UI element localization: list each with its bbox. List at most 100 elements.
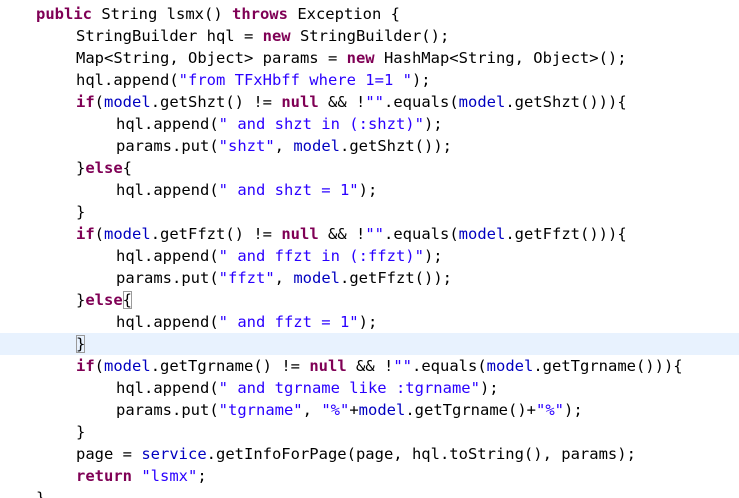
keyword-token: else — [85, 159, 123, 177]
keyword-token: if — [76, 225, 95, 243]
code-line[interactable]: if(model.getTgrname() != null && !"".equ… — [0, 355, 739, 377]
code-token: ; — [197, 467, 207, 485]
field-token: model — [486, 357, 534, 375]
code-line-content: params.put("ffzt", model.getFfzt()); — [116, 267, 452, 289]
code-line-content: hql.append(" and ffzt = 1"); — [116, 311, 377, 333]
code-token: ); — [411, 71, 431, 89]
code-token: && ! — [346, 357, 394, 375]
code-token: page = — [76, 445, 142, 463]
code-token: ); — [423, 115, 443, 133]
code-token: ( — [94, 357, 105, 375]
code-line[interactable]: if(model.getFfzt() != null && !"".equals… — [0, 223, 739, 245]
code-token: .getFfzt()); — [340, 269, 452, 287]
keyword-token: if — [76, 357, 95, 375]
code-line[interactable]: hql.append("from TFxHbff where 1=1 "); — [0, 69, 739, 91]
string-token: "shzt" — [218, 137, 275, 155]
code-line-content: if(model.getShzt() != null && !"".equals… — [76, 91, 627, 113]
string-token: " and ffzt = 1" — [218, 313, 359, 331]
code-token: { — [122, 159, 133, 177]
code-line[interactable]: hql.append(" and shzt in (:shzt)"); — [0, 113, 739, 135]
string-token: " and ffzt in (:ffzt)" — [218, 247, 424, 265]
code-line[interactable]: } — [0, 333, 739, 355]
code-line[interactable]: hql.append(" and ffzt in (:ffzt)"); — [0, 245, 739, 267]
code-token: && ! — [318, 93, 366, 111]
keyword-token: new — [346, 49, 375, 67]
code-line-content: if(model.getTgrname() != null && !"".equ… — [76, 355, 683, 377]
code-line[interactable]: params.put("tgrname", "%"+model.getTgrna… — [0, 399, 739, 421]
code-line[interactable]: } — [0, 201, 739, 223]
code-token: .getShzt()); — [340, 137, 452, 155]
keyword-token: if — [76, 93, 95, 111]
code-token: hql.append( — [116, 313, 219, 331]
code-line-content: if(model.getFfzt() != null && !"".equals… — [76, 223, 627, 245]
code-line[interactable]: page = service.getInfoForPage(page, hql.… — [0, 443, 739, 465]
code-token: } — [76, 159, 86, 177]
code-line[interactable]: hql.append(" and ffzt = 1"); — [0, 311, 739, 333]
code-line[interactable]: params.put("ffzt", model.getFfzt()); — [0, 267, 739, 289]
code-token: } — [76, 423, 86, 441]
code-line[interactable]: if(model.getShzt() != null && !"".equals… — [0, 91, 739, 113]
code-line-content: StringBuilder hql = new StringBuilder(); — [76, 25, 449, 47]
code-line[interactable]: Map<String, Object> params = new HashMap… — [0, 47, 739, 69]
code-line[interactable]: public String lsmx() throws Exception { — [0, 3, 739, 25]
code-token: .getTgrname())){ — [533, 357, 683, 375]
code-line-content: return "lsmx"; — [76, 465, 207, 487]
keyword-token: null — [281, 225, 319, 243]
code-line[interactable]: return "lsmx"; — [0, 465, 739, 487]
matched-bracket: { — [122, 291, 133, 309]
code-token: .equals( — [384, 93, 459, 111]
string-token: "" — [393, 357, 412, 375]
field-token: model — [458, 93, 506, 111]
code-line[interactable]: }else{ — [0, 289, 739, 311]
code-token: .getFfzt())){ — [505, 225, 627, 243]
matched-bracket: } — [76, 335, 86, 353]
code-line[interactable]: } — [0, 487, 739, 498]
string-token: "%" — [536, 401, 564, 419]
code-token: .equals( — [384, 225, 459, 243]
code-token: HashMap<String, Object>(); — [374, 49, 627, 67]
code-token: hql.append( — [116, 379, 219, 397]
string-token: "from TFxHbff where 1=1 " — [178, 71, 412, 89]
code-line-content: page = service.getInfoForPage(page, hql.… — [76, 443, 636, 465]
keyword-token: throws — [231, 5, 288, 23]
field-token: service — [141, 445, 207, 463]
code-token: } — [36, 489, 46, 498]
code-line-content: hql.append(" and shzt in (:shzt)"); — [116, 113, 443, 135]
code-token: ); — [358, 313, 378, 331]
code-token: + — [349, 401, 359, 419]
code-line-content: public String lsmx() throws Exception { — [36, 3, 400, 25]
code-token: StringBuilder(); — [290, 27, 450, 45]
keyword-token: null — [309, 357, 347, 375]
code-token: ); — [423, 247, 443, 265]
code-line[interactable]: } — [0, 421, 739, 443]
code-token: hql.append( — [116, 247, 219, 265]
code-token: ( — [94, 93, 105, 111]
code-token: hql.append( — [116, 181, 219, 199]
code-line-content: } — [76, 421, 85, 443]
code-line-content: }else{ — [76, 289, 133, 311]
string-token: "" — [365, 93, 385, 111]
field-token: model — [293, 137, 340, 155]
code-line[interactable]: hql.append(" and tgrname like :tgrname")… — [0, 377, 739, 399]
code-token: Exception { — [287, 5, 400, 23]
code-token: String lsmx() — [92, 5, 232, 23]
code-line-content: hql.append(" and tgrname like :tgrname")… — [116, 377, 499, 399]
code-line-content: params.put("shzt", model.getShzt()); — [116, 135, 452, 157]
code-token: .getInfoForPage(page, hql.toString(), pa… — [206, 445, 636, 463]
code-editor[interactable]: public String lsmx() throws Exception {S… — [0, 0, 739, 498]
code-line-content: }else{ — [76, 157, 132, 179]
field-token: model — [358, 401, 406, 419]
code-token: hql.append( — [116, 115, 219, 133]
code-line[interactable]: StringBuilder hql = new StringBuilder(); — [0, 25, 739, 47]
code-line-content: params.put("tgrname", "%"+model.getTgrna… — [116, 399, 583, 421]
code-line-content: hql.append("from TFxHbff where 1=1 "); — [76, 69, 431, 91]
code-line-content: } — [36, 487, 45, 498]
code-line-content: } — [76, 201, 85, 223]
code-line[interactable]: params.put("shzt", model.getShzt()); — [0, 135, 739, 157]
code-line[interactable]: hql.append(" and shzt = 1"); — [0, 179, 739, 201]
code-token: ( — [94, 225, 105, 243]
code-token: hql.append( — [76, 71, 179, 89]
code-line-content: Map<String, Object> params = new HashMap… — [76, 47, 627, 69]
code-line[interactable]: }else{ — [0, 157, 739, 179]
string-token: " and shzt in (:shzt)" — [218, 115, 424, 133]
